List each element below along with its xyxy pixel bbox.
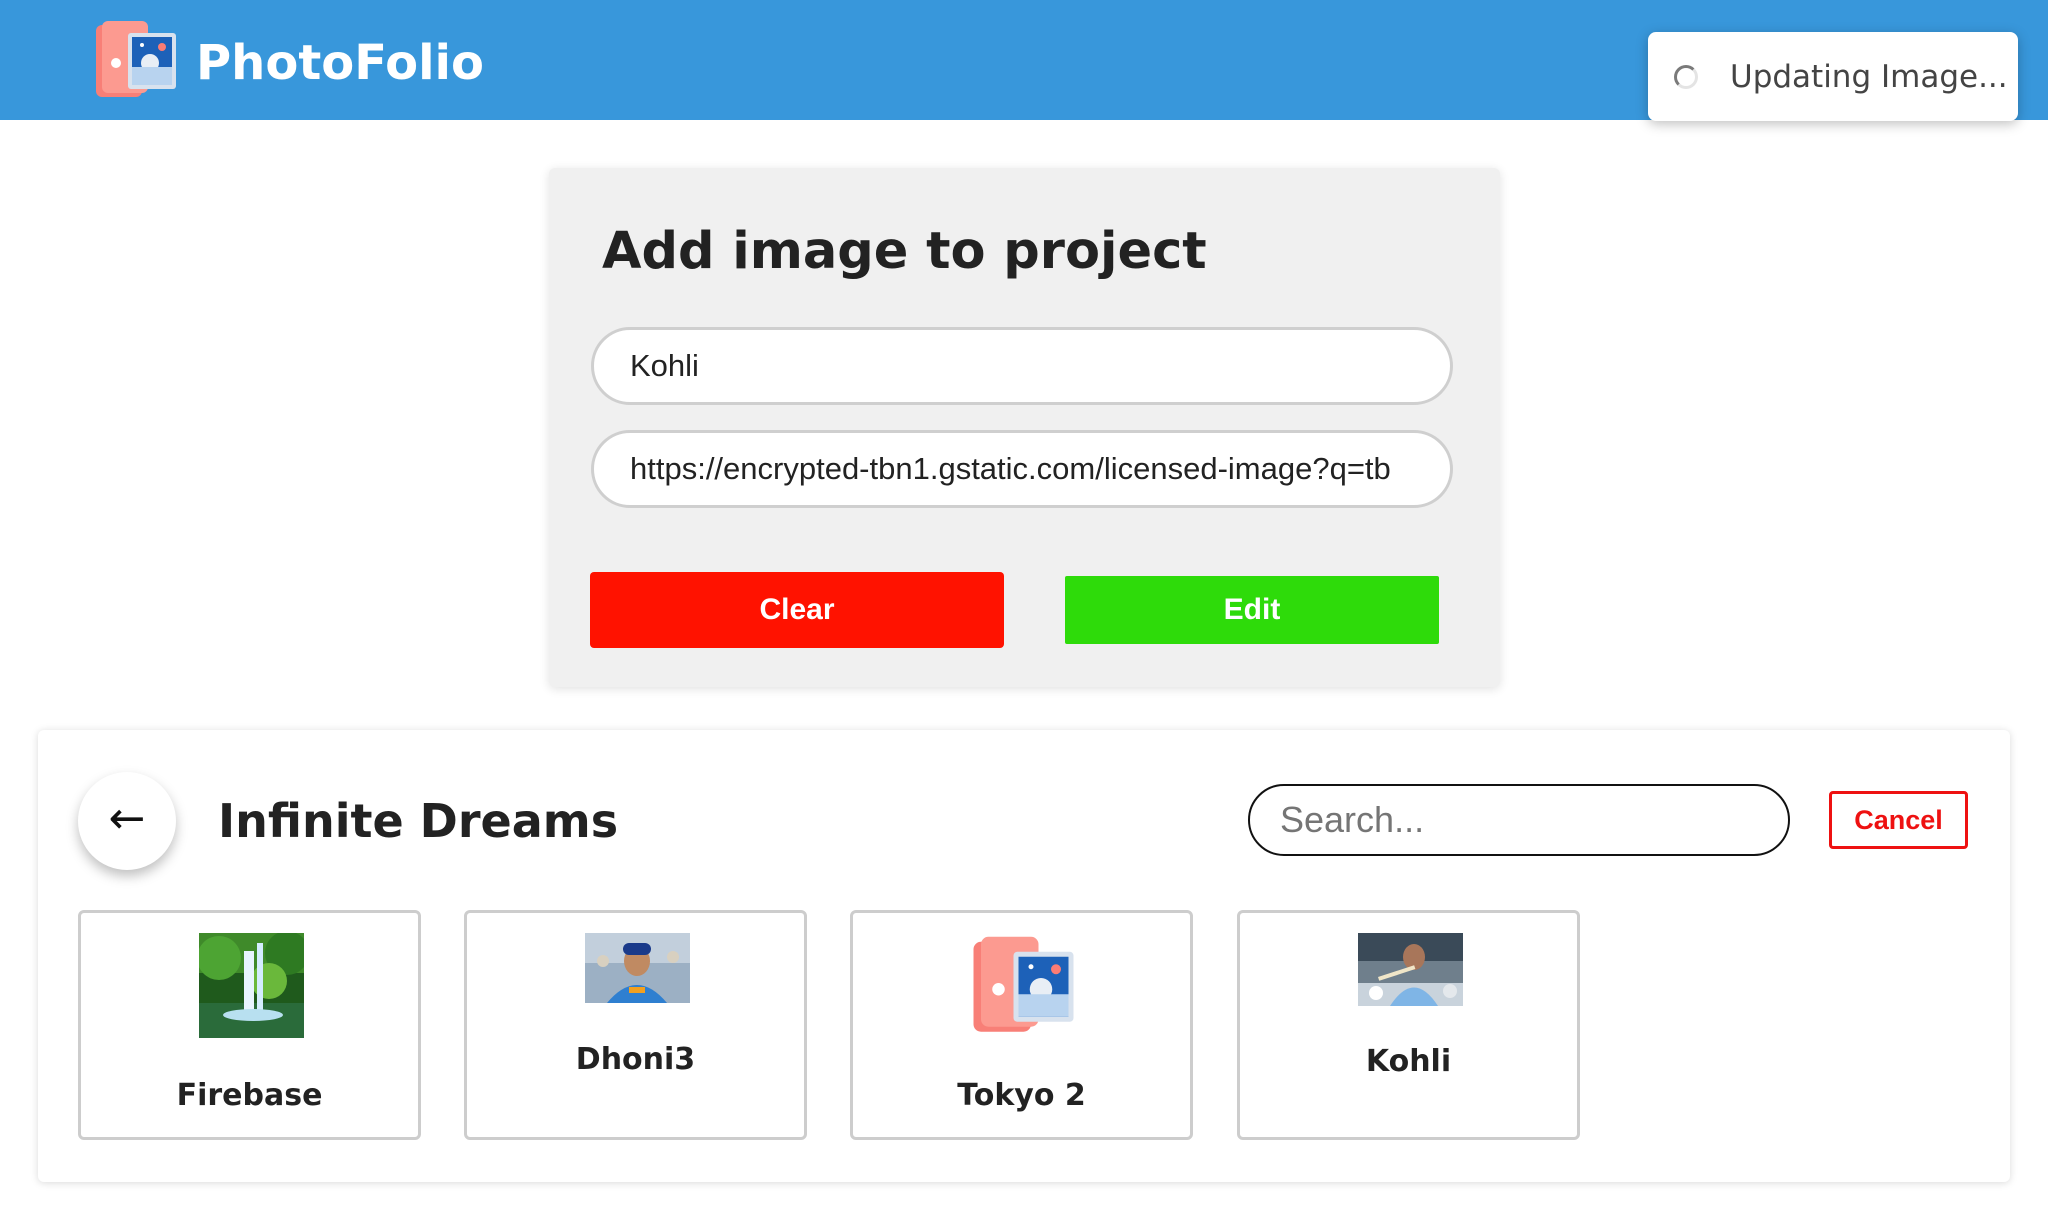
photo-album-icon	[973, 936, 1074, 1032]
image-card-label: Tokyo 2	[957, 1078, 1086, 1113]
spinner-icon	[1674, 65, 1698, 89]
project-panel: ← Infinite Dreams Cancel Firebase	[38, 730, 2010, 1182]
cancel-button[interactable]: Cancel	[1829, 791, 1968, 849]
image-url-input[interactable]: https://encrypted-tbn1.gstatic.com/licen…	[591, 430, 1453, 508]
image-card-label: Kohli	[1365, 1044, 1452, 1079]
back-arrow-button[interactable]: ←	[78, 772, 176, 870]
image-title-input[interactable]: Kohli	[591, 327, 1453, 405]
form-title: Add image to project	[602, 222, 1207, 281]
cricketer-photo	[585, 933, 690, 1003]
clear-button[interactable]: Clear	[590, 572, 1004, 648]
toast-message: Updating Image...	[1730, 59, 2008, 95]
edit-button[interactable]: Edit	[1065, 576, 1439, 644]
add-image-form: Add image to project Kohli https://encry…	[549, 168, 1500, 687]
image-card[interactable]: Tokyo 2	[850, 910, 1193, 1140]
waterfall-photo	[199, 933, 304, 1038]
image-card[interactable]: Kohli	[1237, 910, 1580, 1140]
image-card[interactable]: Firebase	[78, 910, 421, 1140]
photo-album-icon[interactable]	[94, 19, 178, 101]
image-card[interactable]: Dhoni3	[464, 910, 807, 1140]
project-title: Infinite Dreams	[218, 794, 619, 848]
status-toast: Updating Image...	[1648, 32, 2018, 121]
search-input[interactable]	[1248, 784, 1790, 856]
cricketer-photo	[1358, 933, 1463, 1006]
image-card-label: Firebase	[176, 1078, 323, 1113]
brand-title: PhotoFolio	[196, 35, 484, 91]
image-card-label: Dhoni3	[575, 1042, 696, 1077]
